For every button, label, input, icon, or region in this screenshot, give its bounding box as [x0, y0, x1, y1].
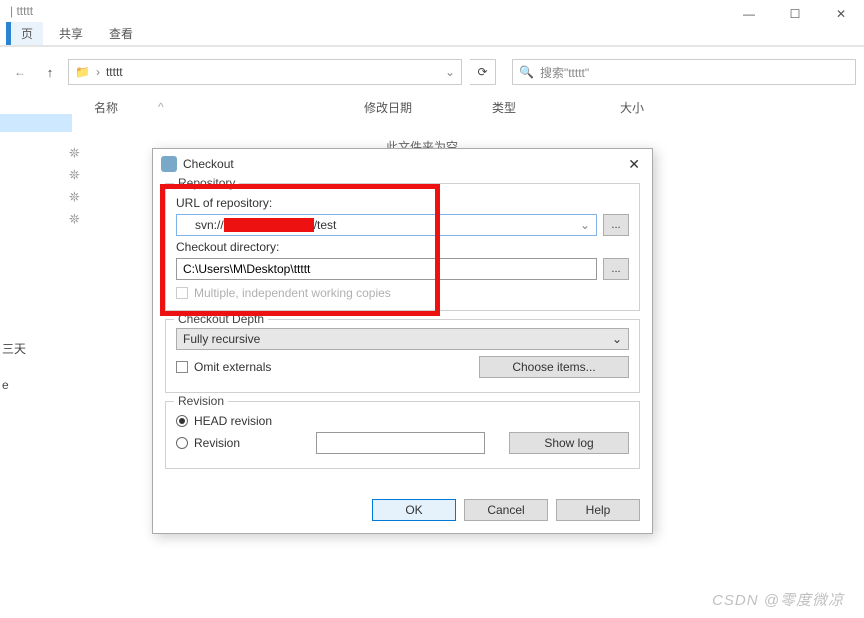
nav-up-icon[interactable]: ↑ — [40, 62, 60, 82]
tab-share[interactable]: 共享 — [49, 22, 93, 45]
multiple-copies-checkbox: Multiple, independent working copies — [176, 286, 629, 300]
choose-items-button[interactable]: Choose items... — [479, 356, 629, 378]
revision-label: Revision — [194, 436, 240, 450]
radio-icon — [176, 437, 188, 449]
checkout-dir-label: Checkout directory: — [176, 240, 629, 254]
head-revision-radio[interactable]: HEAD revision — [176, 414, 629, 428]
dialog-close-button[interactable]: ✕ — [624, 156, 644, 173]
pin-icon: 𖤓 — [69, 166, 80, 183]
sidebar-item-three-days[interactable]: 三天 — [0, 340, 84, 360]
help-button[interactable]: Help — [556, 499, 640, 521]
address-bar-row: ← ↑ 📁 › ttttt ⌄ ⟳ 🔍 搜索"ttttt" — [0, 56, 864, 88]
dialog-titlebar: Checkout ✕ — [153, 149, 652, 179]
column-name[interactable]: 名称 ^ — [88, 99, 358, 116]
url-prefix: svn:// — [195, 218, 224, 232]
pin-icon: 𖤓 — [69, 144, 80, 161]
checkbox-icon — [176, 361, 188, 373]
revision-input[interactable] — [316, 432, 485, 454]
column-size[interactable]: 大小 — [614, 99, 714, 116]
url-label: URL of repository: — [176, 196, 629, 210]
search-icon: 🔍 — [519, 65, 534, 79]
show-log-button[interactable]: Show log — [509, 432, 629, 454]
checkbox-icon — [176, 287, 188, 299]
omit-externals-label: Omit externals — [194, 360, 271, 374]
sidebar-item[interactable] — [0, 114, 84, 134]
ribbon-tabs: 页 共享 查看 — [0, 22, 864, 46]
depth-select[interactable]: Fully recursive ⌄ — [176, 328, 629, 350]
sidebar-item-e[interactable]: e — [0, 378, 84, 398]
search-input[interactable]: 🔍 搜索"ttttt" — [512, 59, 856, 85]
url-suffix: /test — [314, 218, 337, 232]
breadcrumb-separator: › — [96, 65, 100, 79]
dialog-title: Checkout — [183, 157, 234, 171]
breadcrumb-folder[interactable]: ttttt — [106, 65, 123, 79]
cancel-button[interactable]: Cancel — [464, 499, 548, 521]
sidebar-item[interactable]: 𖤓 — [0, 210, 84, 230]
repository-url-input[interactable]: svn:// /test ⌄ — [176, 214, 597, 236]
combo-dropdown-icon[interactable]: ⌄ — [580, 218, 590, 232]
tab-view[interactable]: 查看 — [99, 22, 143, 45]
revision-groupbox: Revision HEAD revision Revision Show log — [165, 401, 640, 469]
address-dropdown-icon[interactable]: ⌄ — [445, 65, 455, 79]
sidebar-item[interactable]: 𖤓 — [0, 144, 84, 164]
repository-groupbox: Repository URL of repository: svn:// /te… — [165, 183, 640, 311]
address-bar[interactable]: 📁 › ttttt ⌄ — [68, 59, 462, 85]
ribbon-separator — [0, 46, 864, 47]
nav-back-icon[interactable]: ← — [8, 60, 32, 84]
multiple-copies-label: Multiple, independent working copies — [194, 286, 391, 300]
revision-group-title: Revision — [174, 394, 228, 408]
depth-value: Fully recursive — [183, 332, 260, 346]
revision-radio[interactable]: Revision — [176, 436, 306, 450]
checkout-dir-input[interactable] — [176, 258, 597, 280]
pin-icon: 𖤓 — [69, 210, 80, 227]
sidebar: 𖤓 𖤓 𖤓 𖤓 三天 e — [0, 98, 84, 398]
dropdown-icon: ⌄ — [612, 332, 622, 346]
dialog-footer: OK Cancel Help — [153, 489, 652, 533]
browse-dir-button[interactable]: ... — [603, 258, 629, 280]
checkout-dialog: Checkout ✕ Repository URL of repository:… — [152, 148, 653, 534]
ok-button[interactable]: OK — [372, 499, 456, 521]
search-placeholder: 搜索"ttttt" — [540, 64, 589, 81]
head-revision-label: HEAD revision — [194, 414, 272, 428]
checkout-depth-groupbox: Checkout Depth Fully recursive ⌄ Omit ex… — [165, 319, 640, 393]
sidebar-item[interactable]: 𖤓 — [0, 188, 84, 208]
folder-icon: 📁 — [75, 65, 90, 79]
browse-repo-button[interactable]: ... — [603, 214, 629, 236]
file-list-header: 名称 ^ 修改日期 类型 大小 — [88, 96, 864, 118]
tab-page[interactable]: 页 — [6, 22, 43, 45]
window-title: | ttttt — [10, 4, 33, 18]
redacted-host — [224, 218, 314, 232]
column-name-label: 名称 — [94, 99, 118, 116]
omit-externals-checkbox[interactable]: Omit externals — [176, 360, 271, 374]
column-date[interactable]: 修改日期 — [358, 99, 486, 116]
repository-group-title: Repository — [174, 176, 239, 190]
pin-icon: 𖤓 — [69, 188, 80, 205]
sort-indicator-icon: ^ — [158, 100, 164, 114]
watermark: CSDN @零度微凉 — [712, 589, 844, 610]
sidebar-item[interactable]: 𖤓 — [0, 166, 84, 186]
depth-group-title: Checkout Depth — [174, 312, 268, 326]
radio-icon — [176, 415, 188, 427]
refresh-button[interactable]: ⟳ — [470, 59, 496, 85]
tortoisesvn-icon — [161, 156, 177, 172]
column-type[interactable]: 类型 — [486, 99, 614, 116]
